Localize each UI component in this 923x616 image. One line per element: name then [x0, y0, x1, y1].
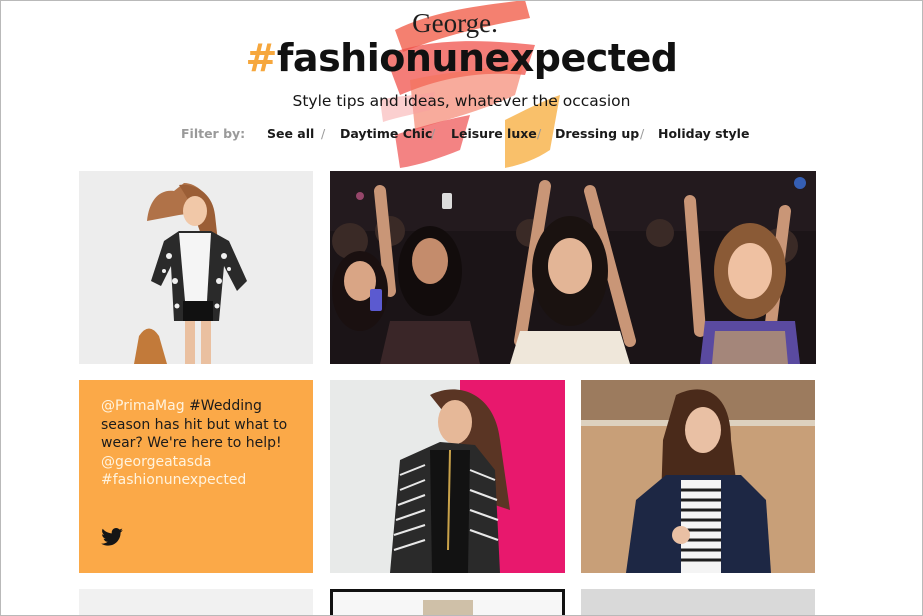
woman-leopard-jacket-photo [79, 171, 313, 364]
george-logo[interactable]: George. [395, 8, 515, 39]
fashion-tile-bottom-2[interactable] [330, 589, 565, 616]
filter-separator: / [537, 126, 542, 141]
fashion-tile-tribal-jacket[interactable] [330, 380, 565, 573]
hashtag-text: fashionunexpected [276, 36, 678, 80]
page-subtitle: Style tips and ideas, whatever the occas… [292, 92, 631, 110]
page-title: #fashionunexpected [0, 36, 923, 80]
filter-dressing-up[interactable]: Dressing up [555, 126, 639, 141]
tweet-card[interactable]: @PrimaMag #Wedding season has hit but wh… [79, 380, 313, 573]
fashion-tile-concert[interactable] [330, 171, 816, 364]
tweet-hashtag[interactable]: #fashionunexpected [101, 472, 246, 488]
tweet-hashtag-wedding[interactable]: #Wedding [189, 398, 262, 414]
woman-tribal-jacket-photo [330, 380, 565, 573]
tweet-body: season has hit but what to wear? We're h… [101, 416, 288, 452]
filter-separator: / [321, 126, 326, 141]
twitter-bird-icon[interactable] [101, 528, 123, 546]
filter-separator: / [431, 126, 436, 141]
filter-leisure-luxe[interactable]: Leisure luxe [451, 126, 537, 141]
filter-bar: Filter by: See all / Daytime Chic / Leis… [0, 126, 923, 146]
filter-separator: / [640, 126, 645, 141]
fashion-tile-navy-blazer[interactable] [581, 380, 815, 573]
filter-daytime-chic[interactable]: Daytime Chic [340, 126, 432, 141]
filter-label: Filter by: [181, 126, 246, 141]
tweet-handle[interactable]: @PrimaMag [101, 398, 185, 414]
fashion-tile-leopard-jacket[interactable] [79, 171, 313, 364]
tweet-mention[interactable]: @georgeatasda [101, 454, 211, 470]
fashion-tile-bottom-3[interactable] [581, 589, 815, 616]
woman-navy-blazer-photo [581, 380, 815, 573]
hash-symbol: # [245, 36, 278, 80]
concert-crowd-photo [330, 171, 816, 364]
fashion-tile-bottom-1[interactable] [79, 589, 313, 616]
tweet-text: @PrimaMag #Wedding season has hit but wh… [101, 397, 291, 490]
filter-holiday-style[interactable]: Holiday style [658, 126, 749, 141]
page-header: George. #fashionunexpected Style tips an… [0, 0, 923, 170]
bottom-tile-photo [423, 600, 473, 616]
filter-see-all[interactable]: See all [267, 126, 314, 141]
